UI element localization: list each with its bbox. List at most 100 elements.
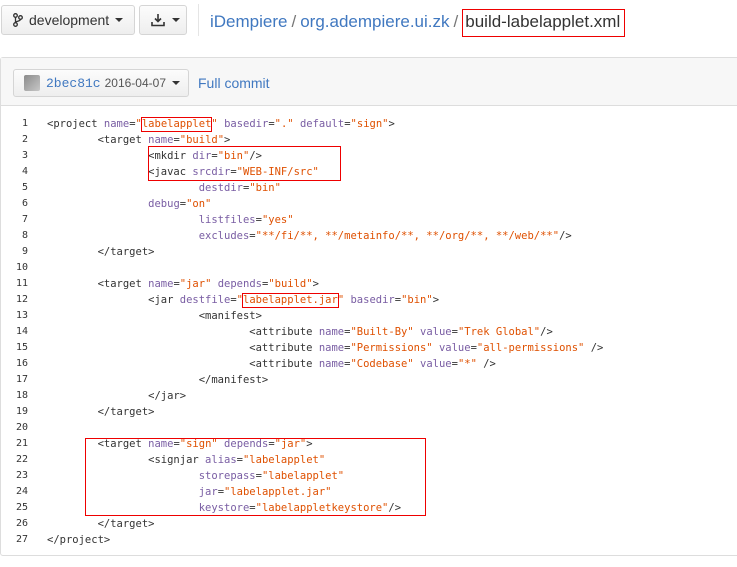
line-content: storepass="labelapplet" [198,470,345,482]
line-number[interactable]: 5 [1,180,35,196]
code-line: 16 <attribute name="Codebase" value="*" … [1,356,737,372]
file-viewer: 2bec81c 2016-04-07 Full commit 1 <project… [0,57,737,556]
code-line: 18 </jar> [1,388,737,404]
line-content: <javac srcdir="WEB-INF/src" [47,166,319,178]
line-content: <jar destfile="labelapplet.jar" basedir=… [47,293,440,308]
line-content: <mkdir dir="bin"/> [47,150,262,162]
chevron-down-icon [115,18,124,22]
avatar [24,75,40,91]
breadcrumb-separator: / [453,12,459,31]
line-number[interactable]: 15 [1,340,35,356]
line-content: jar="labelapplet.jar" [198,486,332,498]
file-header: 2bec81c 2016-04-07 Full commit [1,58,737,106]
line-number[interactable]: 23 [1,468,35,484]
branch-select-button[interactable]: development [1,5,135,35]
branch-label: development [29,12,110,28]
code-line: 21 <target name="sign" depends="jar"> [1,436,737,452]
line-number[interactable]: 25 [1,500,35,516]
code-line: 12 <jar destfile="labelapplet.jar" based… [1,292,737,308]
line-number[interactable]: 1 [1,116,35,132]
line-content [35,420,47,436]
line-content: <target name="build"> [47,134,231,146]
line-number[interactable]: 3 [1,148,35,164]
line-number[interactable]: 26 [1,516,35,532]
line-number[interactable]: 19 [1,404,35,420]
code-line: 19 </target> [1,404,737,420]
line-number[interactable]: 24 [1,484,35,500]
code-line: 26 </target> [1,516,737,532]
breadcrumb: iDempiere / org.adempiere.ui.zk / build-labe… [210,9,626,37]
line-number[interactable]: 20 [1,420,35,436]
breadcrumb-repo-link[interactable]: iDempiere [210,12,287,31]
line-content: <target name="jar" depends="build"> [47,278,319,290]
code-line: 8 excludes="**/fi/**, **/metainfo/**, **… [1,228,737,244]
line-content: <attribute name="Permissions" value="all… [47,342,604,354]
breadcrumb-file-name: build-labelapplet.xml [462,9,626,37]
toolbar-divider [198,4,199,36]
line-number[interactable]: 7 [1,212,35,228]
line-content: </jar> [47,390,187,402]
commit-date: 2016-04-07 [104,76,166,90]
line-number[interactable]: 12 [1,292,35,308]
line-content: <signjar alias="labelapplet" [47,454,326,466]
line-number[interactable]: 6 [1,196,35,212]
line-number[interactable]: 11 [1,276,35,292]
code-line: 20 [1,420,737,436]
commit-sha: 2bec81c [46,75,101,91]
code-line: 6 debug="on" [1,196,737,212]
code-line: 10 [1,260,737,276]
code-line: 5 destdir="bin" [1,180,737,196]
line-content: </project> [47,534,111,546]
branch-icon [13,13,23,27]
line-number[interactable]: 2 [1,132,35,148]
line-number[interactable]: 18 [1,388,35,404]
top-toolbar: development iDempiere / org.adempiere.ui.z… [0,0,737,44]
full-commit-link[interactable]: Full commit [198,75,270,91]
code-line: 15 <attribute name="Permissions" value="… [1,340,737,356]
line-content: destdir="bin" [198,182,281,194]
line-content: <project name="labelapplet" basedir="." … [47,117,395,132]
line-number[interactable]: 13 [1,308,35,324]
code-line: 11 <target name="jar" depends="build"> [1,276,737,292]
code-line: 9 </target> [1,244,737,260]
line-number[interactable]: 17 [1,372,35,388]
line-content: </target> [47,406,155,418]
line-content: excludes="**/fi/**, **/metainfo/**, **/o… [198,230,572,242]
line-content: listfiles="yes" [198,214,294,226]
code-line: 7 listfiles="yes" [1,212,737,228]
line-number[interactable]: 9 [1,244,35,260]
line-number[interactable]: 27 [1,532,35,548]
download-button[interactable] [139,5,187,35]
line-number[interactable]: 21 [1,436,35,452]
chevron-down-icon [172,81,180,85]
line-content: </target> [47,246,155,258]
code-line: 25 keystore="labelappletkeystore"/> [1,500,737,516]
code-line: 3 <mkdir dir="bin"/> [1,148,737,164]
line-content: <attribute name="Built-By" value="Trek G… [47,326,553,338]
line-number[interactable]: 4 [1,164,35,180]
line-content: keystore="labelappletkeystore"/> [198,502,402,514]
code-line: 27 </project> [1,532,737,548]
line-number[interactable]: 14 [1,324,35,340]
line-content: <manifest> [47,310,262,322]
code-line: 2 <target name="build"> [1,132,737,148]
line-number[interactable]: 10 [1,260,35,276]
chevron-down-icon [172,18,180,22]
code-line: 4 <javac srcdir="WEB-INF/src" [1,164,737,180]
line-content: <attribute name="Codebase" value="*" /> [47,358,496,370]
line-number[interactable]: 16 [1,356,35,372]
download-icon [150,13,166,27]
line-number[interactable]: 22 [1,452,35,468]
code-block: 1 <project name="labelapplet" basedir="."… [1,116,737,548]
code-line: 13 <manifest> [1,308,737,324]
line-content: <target name="sign" depends="jar"> [47,438,313,450]
line-number[interactable]: 8 [1,228,35,244]
breadcrumb-folder-link[interactable]: org.adempiere.ui.zk [300,12,449,31]
line-content: </target> [47,518,155,530]
code-line: 22 <signjar alias="labelapplet" [1,452,737,468]
code-line: 23 storepass="labelapplet" [1,468,737,484]
code-line: 1 <project name="labelapplet" basedir="."… [1,116,737,132]
commit-select-button[interactable]: 2bec81c 2016-04-07 [13,69,189,97]
code-line: 24 jar="labelapplet.jar" [1,484,737,500]
breadcrumb-separator: / [291,12,297,31]
